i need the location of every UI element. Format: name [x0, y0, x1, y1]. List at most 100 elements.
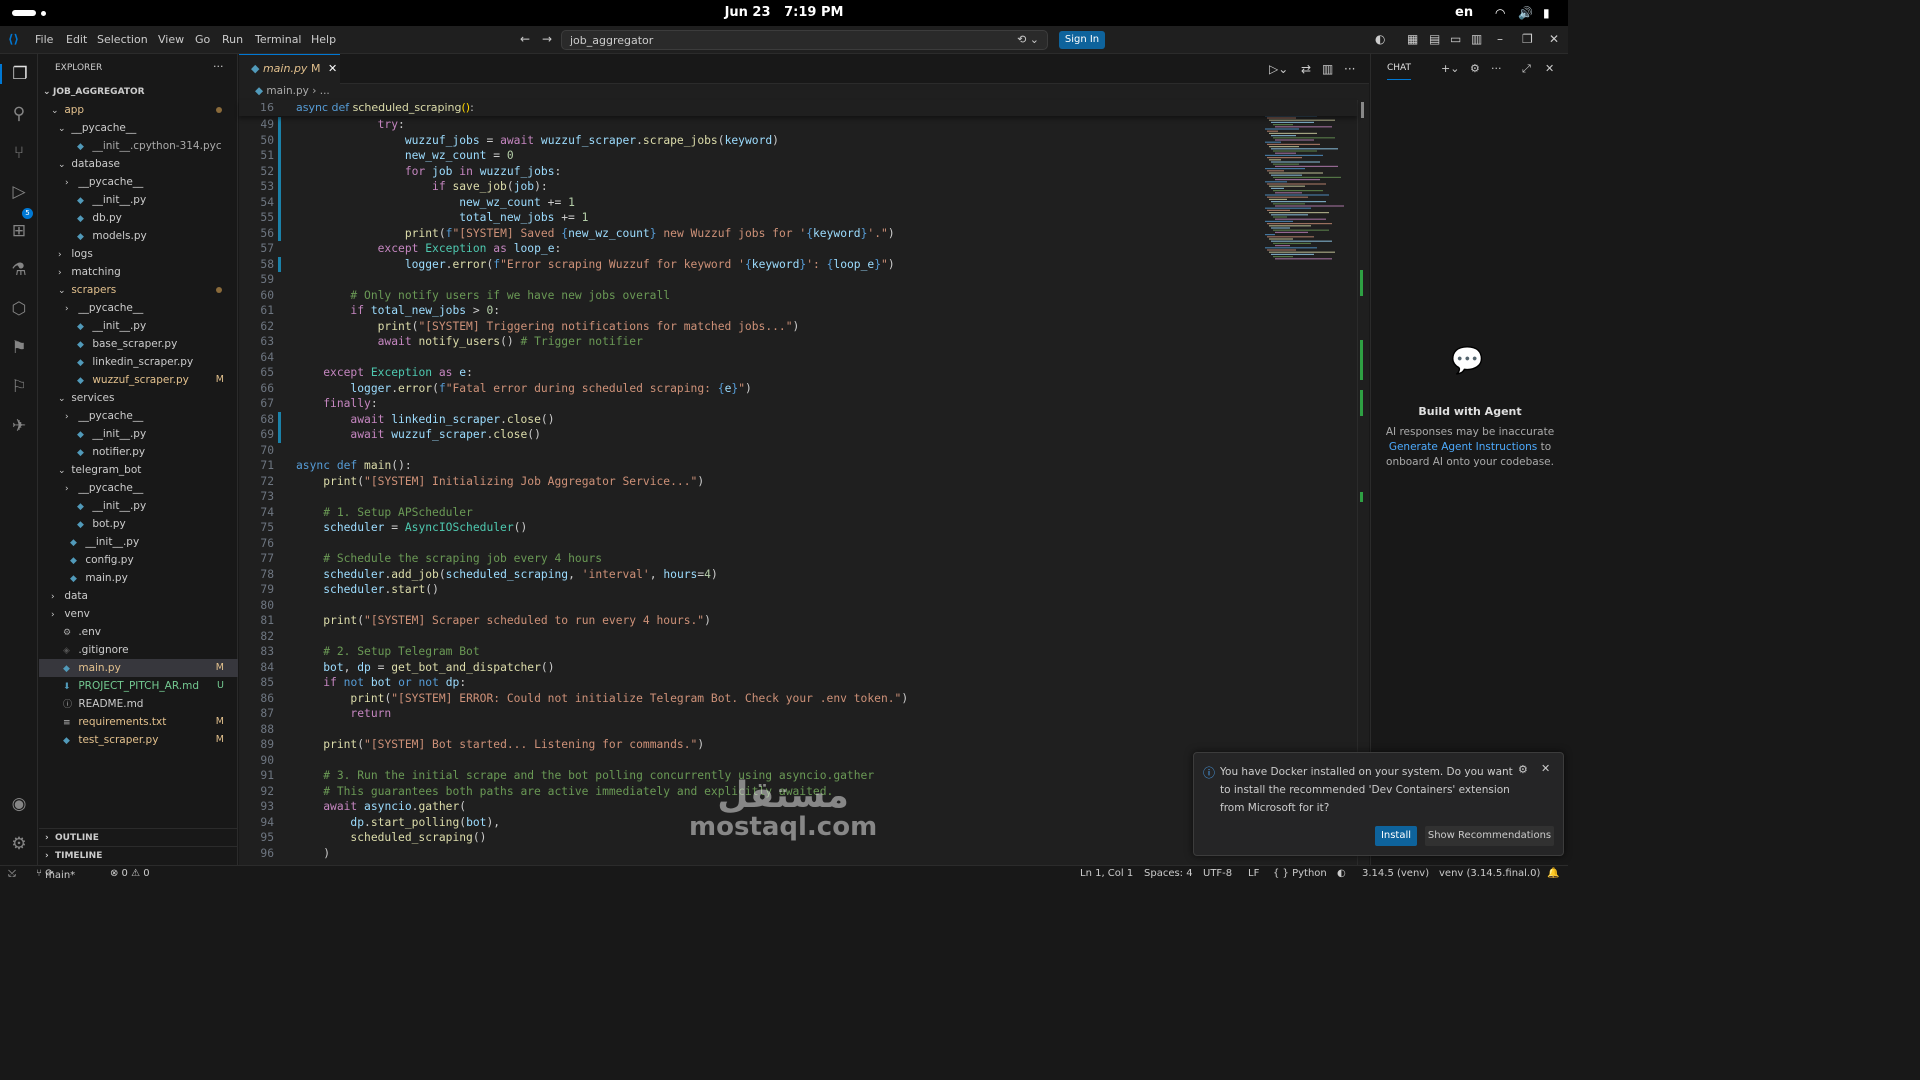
code-line[interactable]: 70 [239, 443, 1357, 459]
tree-item[interactable]: ⬇ PROJECT_PITCH_AR.md U [39, 677, 238, 695]
code-line[interactable]: 65 except Exception as e: [239, 365, 1357, 381]
tree-item[interactable]: ⚙ .env [39, 623, 238, 641]
eol-status[interactable]: LF [1248, 868, 1259, 879]
code-line[interactable]: 51 new_wz_count = 0 [239, 148, 1357, 164]
split-editor-icon[interactable]: ▥ [1322, 62, 1333, 76]
tree-item[interactable]: ≡ requirements.txt M [39, 713, 238, 731]
menu-terminal[interactable]: Terminal [255, 33, 302, 46]
close-window-icon[interactable]: ✕ [1549, 32, 1559, 46]
toggle-panel-icon[interactable]: ▭ [1450, 32, 1461, 46]
chat-settings-icon[interactable]: ⚙ [1470, 62, 1480, 75]
run-debug-icon[interactable]: ▷ [0, 182, 38, 202]
tree-item[interactable]: › matching [39, 263, 238, 281]
code-line[interactable]: 69 await wuzzuf_scraper.close() [239, 427, 1357, 443]
code-line[interactable]: 90 [239, 753, 1357, 769]
tree-item[interactable]: ◆ __init__.py [39, 191, 238, 209]
code-line[interactable]: 96 ) [239, 846, 1357, 862]
tree-item[interactable]: ◆ __init__.py [39, 497, 238, 515]
breadcrumb[interactable]: ◆ main.py › ... [255, 85, 330, 97]
encoding-status[interactable]: UTF-8 [1203, 868, 1232, 879]
tree-item[interactable]: ⌄ scrapers [39, 281, 238, 299]
code-line[interactable]: 54 new_wz_count += 1 [239, 194, 1357, 210]
tree-item[interactable]: ◈ .gitignore [39, 641, 238, 659]
code-line[interactable]: 50 wuzzuf_jobs = await wuzzuf_scraper.sc… [239, 132, 1357, 148]
tree-item[interactable]: ◆ notifier.py [39, 443, 238, 461]
code-line[interactable]: 71 async def main(): [239, 458, 1357, 474]
command-center-search[interactable]: job_aggregator ⟲ ⌄ [561, 30, 1048, 50]
code-line[interactable]: 83 # 2. Setup Telegram Bot [239, 644, 1357, 660]
tree-item[interactable]: › logs [39, 245, 238, 263]
workspace-root[interactable]: ⌄ JOB_AGGREGATOR [39, 83, 238, 101]
maximize-icon[interactable]: ❐ [1522, 32, 1533, 46]
code-line[interactable]: 68 await linkedin_scraper.close() [239, 411, 1357, 427]
tree-item[interactable]: ⌄ database [39, 155, 238, 173]
notifications-bell-icon[interactable]: 🔔 [1547, 868, 1559, 879]
code-line[interactable]: 53 if save_job(job): [239, 179, 1357, 195]
tree-item[interactable]: ◆ main.py [39, 569, 238, 587]
install-button[interactable]: Install [1375, 826, 1417, 846]
show-recommendations-button[interactable]: Show Recommendations [1425, 826, 1554, 846]
tree-item[interactable]: ⌄ services [39, 389, 238, 407]
code-line[interactable]: 85 if not bot or not dp: [239, 675, 1357, 691]
notification-settings-icon[interactable]: ⚙ [1518, 763, 1528, 776]
close-chat-icon[interactable]: ✕ [1545, 62, 1554, 75]
menu-help[interactable]: Help [311, 33, 336, 46]
code-line[interactable]: 84 bot, dp = get_bot_and_dispatcher() [239, 660, 1357, 676]
python-version[interactable]: 3.14.5 (venv) [1362, 868, 1429, 879]
code-line[interactable]: 66 logger.error(f"Fatal error during sch… [239, 381, 1357, 397]
code-line[interactable]: 81 print("[SYSTEM] Scraper scheduled to … [239, 613, 1357, 629]
open-changes-icon[interactable]: ⇄ [1301, 62, 1311, 76]
tree-item[interactable]: › data [39, 587, 238, 605]
wifi-icon[interactable]: ◠ [1495, 6, 1505, 20]
tree-item[interactable]: ◆ test_scraper.py M [39, 731, 238, 749]
copilot-status-icon[interactable]: ◐ [1337, 868, 1346, 879]
code-line[interactable]: 89 print("[SYSTEM] Bot started... Listen… [239, 737, 1357, 753]
code-line[interactable]: 88 [239, 722, 1357, 738]
battery-icon[interactable]: ▮ [1543, 6, 1550, 20]
indentation-status[interactable]: Spaces: 4 [1144, 868, 1193, 879]
tree-item[interactable]: ◆ __init__.cpython-314.pyc [39, 137, 238, 155]
github-actions-icon[interactable]: ⚑ [0, 338, 38, 358]
code-line[interactable]: 74 # 1. Setup APScheduler [239, 505, 1357, 521]
code-line[interactable]: 55 total_new_jobs += 1 [239, 210, 1357, 226]
source-control-icon[interactable]: ⑂ [0, 143, 38, 163]
menu-run[interactable]: Run [222, 33, 243, 46]
tree-item[interactable]: ⓘ README.md [39, 695, 238, 713]
extensions-icon[interactable]: ⊞ [0, 221, 38, 241]
tab-main-py[interactable]: ◆ main.py M ✕ [239, 54, 340, 84]
manage-gear-icon[interactable]: ⚙ [0, 834, 38, 854]
containers-icon[interactable]: ⬡ [0, 299, 38, 319]
volume-icon[interactable]: 🔊 [1518, 6, 1533, 20]
tree-item[interactable]: ⌄ __pycache__ [39, 119, 238, 137]
chat-tab[interactable]: CHAT [1387, 63, 1412, 80]
outline-section[interactable]: › OUTLINE [39, 828, 238, 846]
code-line[interactable]: 72 print("[SYSTEM] Initializing Job Aggr… [239, 474, 1357, 490]
problems-status[interactable]: ⊗ 0 ⚠ 0 [110, 868, 150, 879]
code-line[interactable]: 78 scheduler.add_job(scheduled_scraping,… [239, 567, 1357, 583]
more-actions-icon[interactable]: ··· [213, 60, 224, 73]
minimize-icon[interactable]: – [1497, 32, 1503, 46]
code-line[interactable]: 64 [239, 350, 1357, 366]
timeline-section[interactable]: › TIMELINE [39, 846, 238, 864]
generate-instructions-link[interactable]: Generate Agent Instructions [1389, 441, 1537, 453]
python-interpreter[interactable]: venv (3.14.5.final.0) [1439, 868, 1540, 879]
tree-item[interactable]: ◆ __init__.py [39, 533, 238, 551]
code-line[interactable]: 52 for job in wuzzuf_jobs: [239, 163, 1357, 179]
code-line[interactable]: 80 [239, 598, 1357, 614]
tree-item[interactable]: › venv [39, 605, 238, 623]
tab-close-icon[interactable]: ✕ [328, 62, 337, 75]
forward-arrow-icon[interactable]: → [542, 32, 552, 46]
code-line[interactable]: 57 except Exception as loop_e: [239, 241, 1357, 257]
code-line[interactable]: 61 if total_new_jobs > 0: [239, 303, 1357, 319]
remote-explorer-icon[interactable]: ✈ [0, 416, 38, 436]
tree-item[interactable]: ◆ bot.py [39, 515, 238, 533]
code-line[interactable]: 56 print(f"[SYSTEM] Saved {new_wz_count}… [239, 225, 1357, 241]
system-clock[interactable]: Jun 23 7:19 PM [0, 5, 1568, 20]
new-chat-icon[interactable]: +⌄ [1441, 62, 1459, 75]
code-line[interactable]: 73 [239, 489, 1357, 505]
tree-item[interactable]: › __pycache__ [39, 407, 238, 425]
maximize-chat-icon[interactable]: ⤢ [1522, 62, 1531, 76]
scroll-thumb[interactable] [1361, 102, 1364, 118]
sticky-scroll-header[interactable]: 16 async def scheduled_scraping(): [239, 100, 1357, 116]
tree-item[interactable]: ◆ config.py [39, 551, 238, 569]
